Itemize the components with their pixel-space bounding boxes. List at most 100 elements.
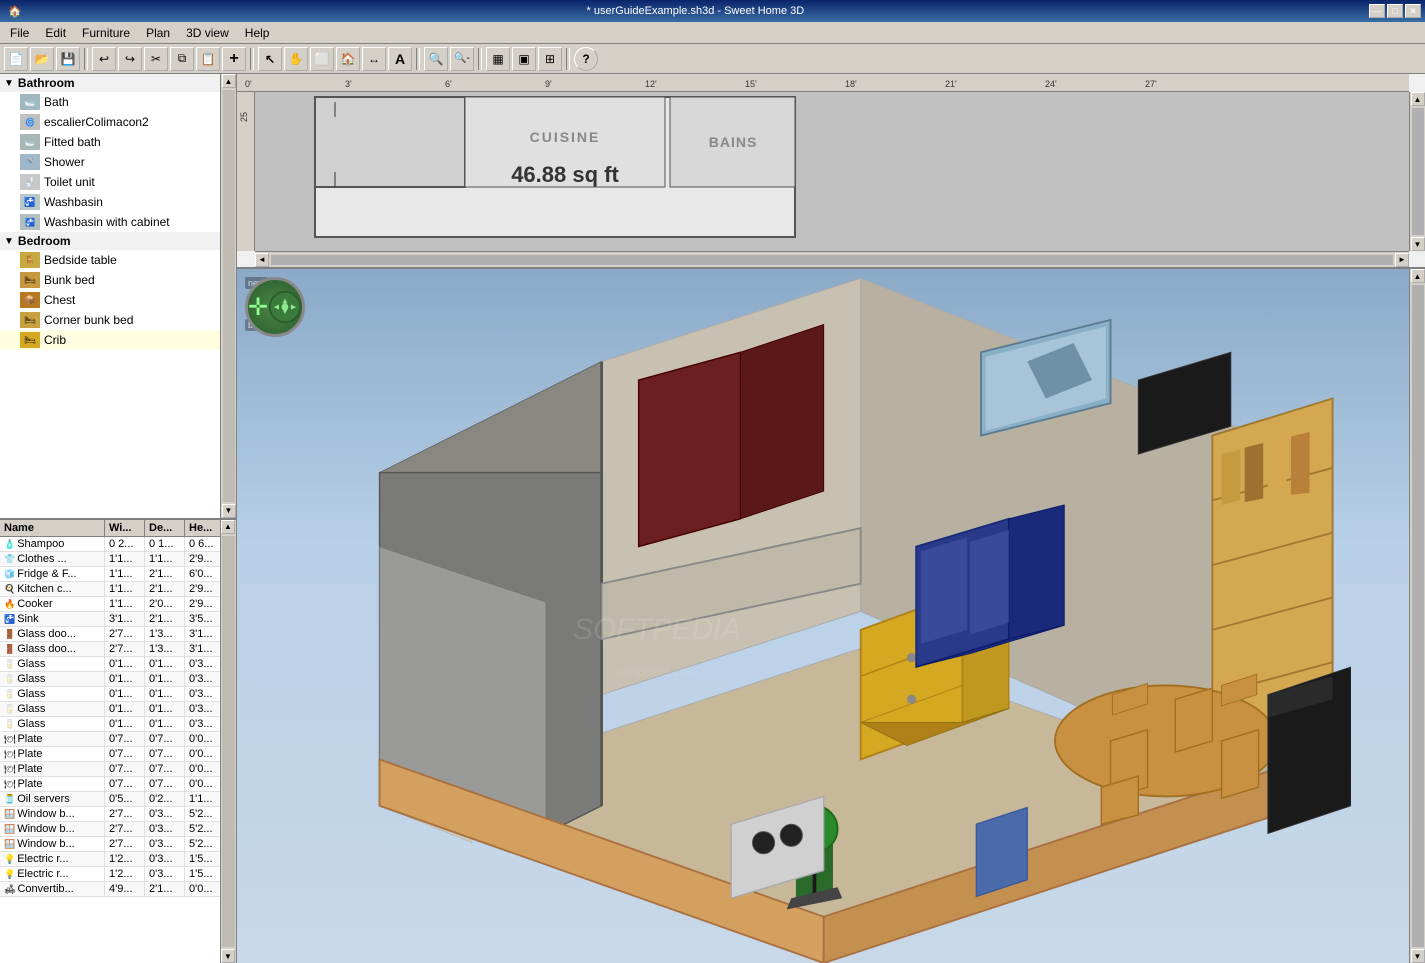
table-row[interactable]: 🍽Plate0'7...0'7...0'0... [0,762,220,777]
table-row[interactable]: 🚰Sink3'1...2'1...3'5... [0,612,220,627]
table-row[interactable]: 🔥Cooker1'1...2'0...2'9... [0,597,220,612]
item-shower[interactable]: 🚿 Shower [0,152,220,172]
open-button[interactable]: 📂 [30,47,54,71]
row-height: 0'0... [185,777,220,791]
item-bedside-table[interactable]: 🪑 Bedside table [0,250,220,270]
item-escaliier[interactable]: 🌀 escalierColimacon2 [0,112,220,132]
table-row[interactable]: 🍽Plate0'7...0'7...0'0... [0,777,220,792]
table-row[interactable]: 🥛Glass0'1...0'1...0'3... [0,657,220,672]
item-bunk-bed[interactable]: 🛏 Bunk bed [0,270,220,290]
create-text-button[interactable]: A [388,47,412,71]
close-button[interactable]: ✕ [1405,4,1421,18]
plan-hscroll-thumb[interactable] [271,255,1393,265]
table-row[interactable]: 🛋Convertib...4'9...2'1...0'0... [0,882,220,897]
menu-edit[interactable]: Edit [37,24,74,42]
view3d-scroll-thumb[interactable] [1412,285,1424,947]
sidebar-scrollbar[interactable]: ▲ ▼ [220,74,236,518]
view3d-scroll-up[interactable]: ▲ [1411,269,1425,283]
furniture-tree[interactable]: ▼ Bathroom 🛁 Bath 🌀 escalierColimacon2 🛁… [0,74,236,520]
table-row[interactable]: 👕Clothes ...1'1...1'1...2'9... [0,552,220,567]
minimize-button[interactable]: — [1369,4,1385,18]
cut-button[interactable]: ✂ [144,47,168,71]
menu-furniture[interactable]: Furniture [74,24,138,42]
furniture-table[interactable]: Name Wi... De... He... 🧴Shampoo0 2...0 1… [0,520,236,963]
item-toilet[interactable]: 🚽 Toilet unit [0,172,220,192]
window-controls[interactable]: — □ ✕ [1369,4,1421,18]
table-row[interactable]: 🥛Glass0'1...0'1...0'3... [0,717,220,732]
table-row[interactable]: 🪟Window b...2'7...0'3...5'2... [0,837,220,852]
copy-button[interactable]: ⧉ [170,47,194,71]
menu-file[interactable]: File [2,24,37,42]
table-row[interactable]: 🍽Plate0'7...0'7...0'0... [0,732,220,747]
item-washbasin[interactable]: 🚰 Washbasin [0,192,220,212]
plan-scroll-right[interactable]: ► [1395,253,1409,267]
menu-3dview[interactable]: 3D view [178,24,237,42]
plan-scroll-up[interactable]: ▲ [1411,92,1425,106]
table-scroll-up[interactable]: ▲ [221,520,235,534]
view3d-scroll-down[interactable]: ▼ [1411,949,1425,963]
table-row[interactable]: 💡Electric r...1'2...0'3...1'5... [0,852,220,867]
table-row[interactable]: 🍳Kitchen c...1'1...2'1...2'9... [0,582,220,597]
plan-vscroll[interactable]: ▲ ▼ [1409,92,1425,251]
category-bedroom[interactable]: ▼ Bedroom [0,232,220,250]
nav-widget[interactable]: ▲ ▼ ◄ ► [245,277,305,337]
table-row[interactable]: 🫙Oil servers0'5...0'2...1'1... [0,792,220,807]
item-chest[interactable]: 📦 Chest [0,290,220,310]
table-row[interactable]: 🍽Plate0'7...0'7...0'0... [0,747,220,762]
table-row[interactable]: 🥛Glass0'1...0'1...0'3... [0,687,220,702]
table-scroll-down[interactable]: ▼ [221,949,235,963]
table-row[interactable]: 🚪Glass doo...2'7...1'3...3'1... [0,627,220,642]
table-row[interactable]: 🥛Glass0'1...0'1...0'3... [0,672,220,687]
pan-button[interactable]: ✋ [284,47,308,71]
table-row[interactable]: 🧴Shampoo0 2...0 1...0 6... [0,537,220,552]
scroll-down-button[interactable]: ▼ [222,504,236,518]
create-walls-button[interactable]: ⬜ [310,47,334,71]
save-button[interactable]: 💾 [56,47,80,71]
zoom-out-button[interactable]: 🔍- [450,47,474,71]
maximize-button[interactable]: □ [1387,4,1403,18]
create-rooms-button[interactable]: 🏠 [336,47,360,71]
view-3d-button[interactable]: ▣ [512,47,536,71]
create-dimensions-button[interactable]: ↔ [362,47,386,71]
menu-help[interactable]: Help [237,24,278,42]
item-fitted-bath[interactable]: 🛁 Fitted bath [0,132,220,152]
plan-canvas[interactable]: CUISINE 46.88 sq ft BAINS [255,92,1409,251]
undo-button[interactable]: ↩ [92,47,116,71]
table-scroll-thumb[interactable] [222,536,235,948]
new-button[interactable]: 📄 [4,47,28,71]
help-button[interactable]: ? [574,47,598,71]
item-washbasin-cabinet[interactable]: 🚰 Washbasin with cabinet [0,212,220,232]
select-button[interactable]: ↖ [258,47,282,71]
plan-scroll-down[interactable]: ▼ [1411,237,1425,251]
view-3d-area[interactable]: ▲ ▼ ◄ ► new ber [237,269,1425,963]
table-row[interactable]: 🪟Window b...2'7...0'3...5'2... [0,822,220,837]
plan-hscroll[interactable]: ◄ ► [255,251,1409,267]
scroll-thumb[interactable] [223,90,235,502]
item-crib[interactable]: 🛏 Crib [0,330,220,350]
table-row[interactable]: 🪟Window b...2'7...0'3...5'2... [0,807,220,822]
row-depth: 2'0... [145,597,185,611]
table-scrollbar[interactable]: ▲ ▼ [220,520,236,963]
floor-plan-area[interactable]: 0' 3' 6' 9' 12' 15' 18' 21' 24' 27' 25 [237,74,1425,269]
table-row[interactable]: 💡Electric r...1'2...0'3...1'5... [0,867,220,882]
plan-view-button[interactable]: ▦ [486,47,510,71]
plan-scroll-left[interactable]: ◄ [255,253,269,267]
row-height: 0 6... [185,537,220,551]
zoom-in-button[interactable]: 🔍 [424,47,448,71]
view3d-vscroll[interactable]: ▲ ▼ [1409,269,1425,963]
item-bath[interactable]: 🛁 Bath [0,92,220,112]
item-corner-bunk[interactable]: 🛏 Corner bunk bed [0,310,220,330]
paste-button[interactable]: 📋 [196,47,220,71]
plan-vscroll-thumb[interactable] [1412,108,1424,235]
redo-button[interactable]: ↪ [118,47,142,71]
add-furniture-button[interactable]: + [222,47,246,71]
table-row[interactable]: 🥛Glass0'1...0'1...0'3... [0,702,220,717]
view-both-button[interactable]: ⊞ [538,47,562,71]
scroll-up-button[interactable]: ▲ [222,74,236,88]
category-bathroom[interactable]: ▼ Bathroom [0,74,220,92]
shower-label: Shower [44,155,85,169]
menu-plan[interactable]: Plan [138,24,178,42]
table-row[interactable]: 🚪Glass doo...2'7...1'3...3'1... [0,642,220,657]
table-row[interactable]: 🧊Fridge & F...1'1...2'1...6'0... [0,567,220,582]
canvas-3d[interactable]: ▲ ▼ ◄ ► new ber [237,269,1425,963]
